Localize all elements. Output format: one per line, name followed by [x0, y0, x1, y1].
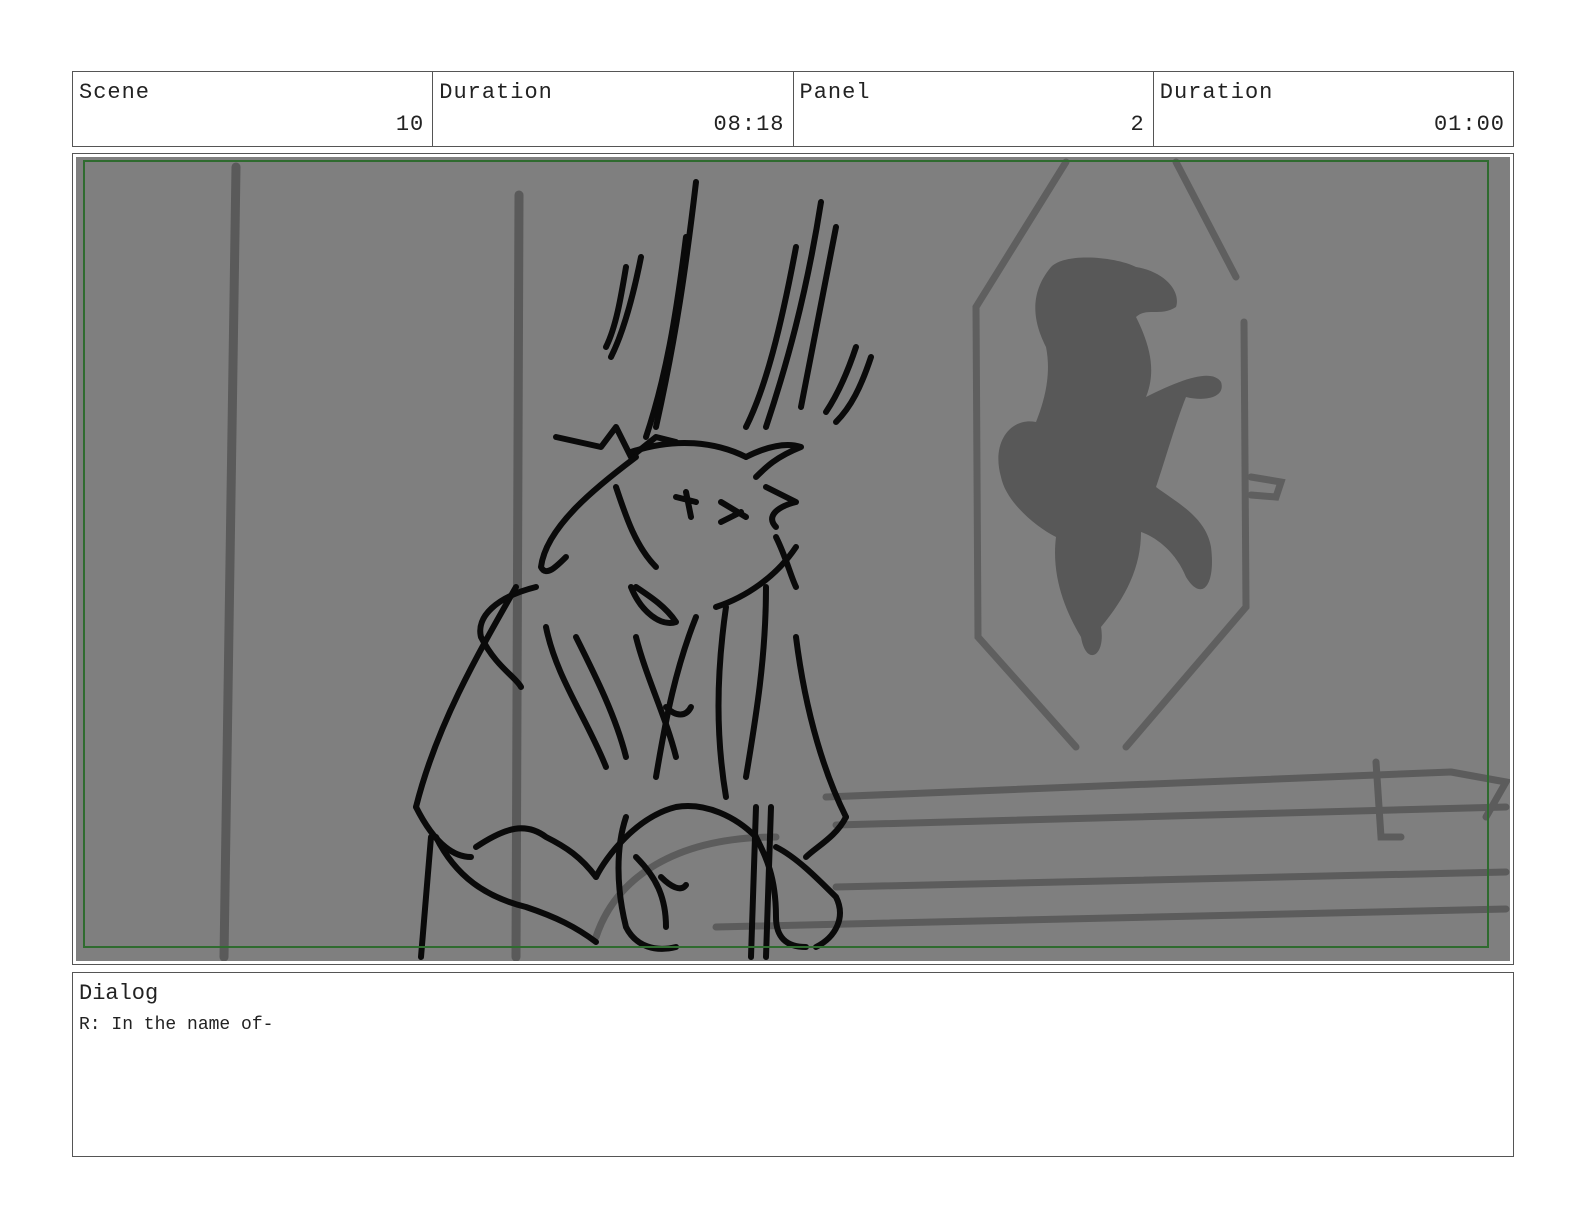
- character-sketch: [413, 179, 874, 960]
- panel-duration-label: Duration: [1159, 80, 1274, 105]
- panel-label: Panel: [799, 80, 871, 105]
- scene-duration-cell: Duration 08:18: [433, 72, 794, 146]
- dialog-text: R: In the name of-: [79, 1015, 274, 1035]
- table: [592, 758, 1510, 941]
- panel-image: [76, 157, 1510, 961]
- panel-duration-value: 01:00: [1433, 112, 1505, 137]
- scene-label: Scene: [79, 80, 151, 105]
- scene-cell: Scene 10: [73, 72, 434, 146]
- sketch-drawing: [83, 158, 1510, 961]
- horse-emblem: [998, 257, 1222, 656]
- panel-duration-cell: Duration 01:00: [1154, 72, 1513, 146]
- scene-value: 10: [395, 112, 425, 137]
- background-pillars: [219, 162, 524, 961]
- panel-cell: Panel 2: [794, 72, 1154, 146]
- panel-value: 2: [1130, 112, 1145, 137]
- dialog-box: Dialog R: In the name of-: [72, 972, 1514, 1157]
- storyboard-panel: [72, 153, 1514, 965]
- scene-duration-value: 08:18: [713, 112, 785, 137]
- panel-header: Scene 10 Duration 08:18 Panel 2 Duration…: [72, 71, 1514, 147]
- dialog-label: Dialog: [79, 981, 159, 1006]
- scene-duration-label: Duration: [439, 80, 553, 105]
